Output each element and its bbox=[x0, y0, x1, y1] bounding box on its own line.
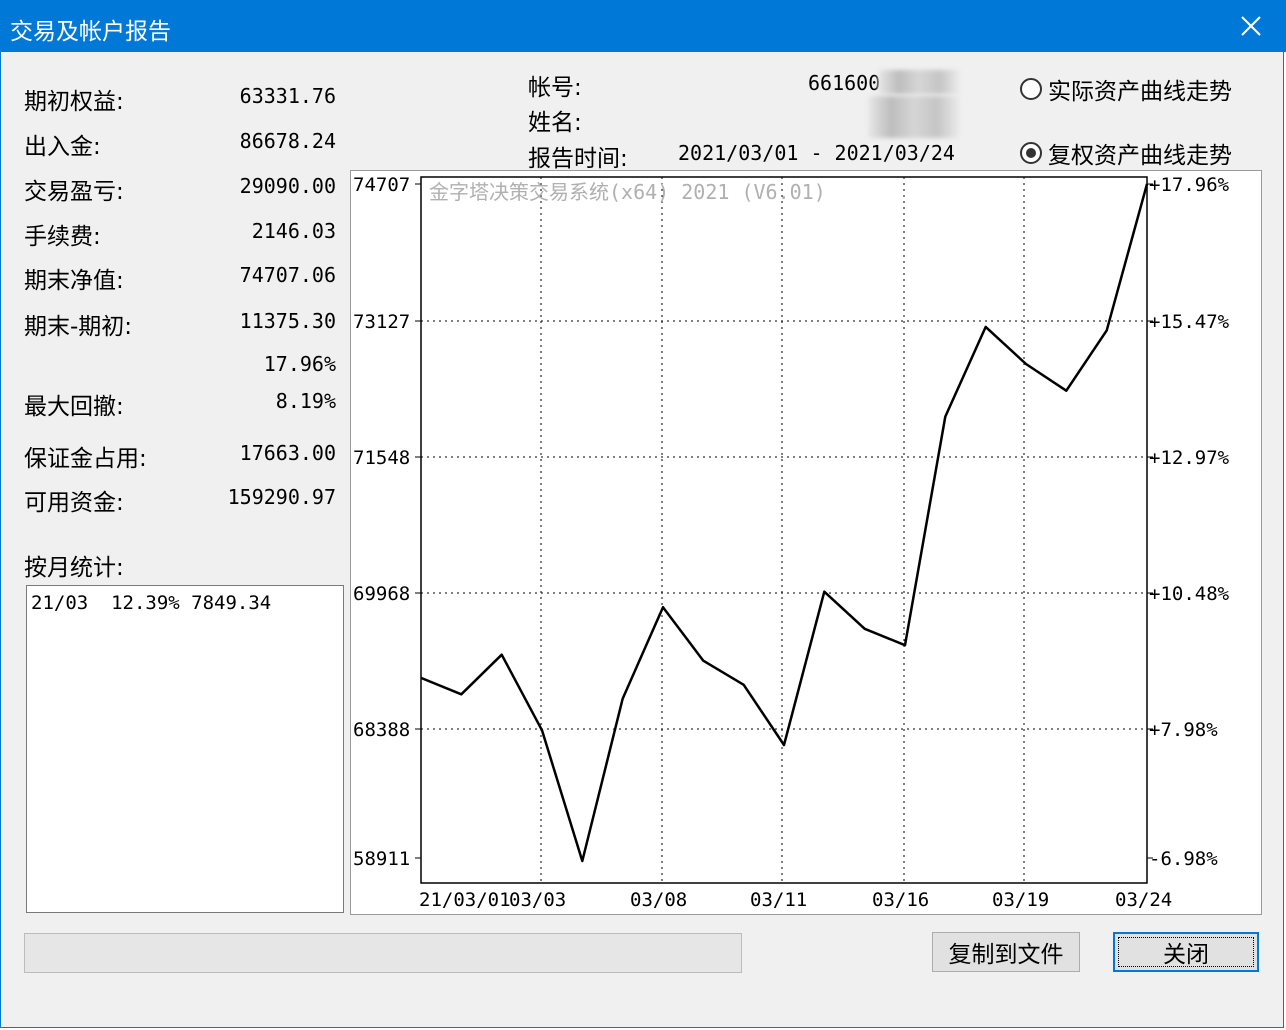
dialog-body: 期初权益: 63331.76 出入金: 86678.24 交易盈亏: 29090… bbox=[2, 52, 1284, 1028]
x-tick-label: 03/11 bbox=[750, 889, 807, 911]
value-margin: 17663.00 bbox=[239, 441, 336, 465]
y-tick-label-left: 74707 bbox=[353, 174, 410, 196]
copy-to-file-label: 复制到文件 bbox=[948, 942, 1064, 968]
radio-circle bbox=[1020, 142, 1042, 164]
y-tick-label-right: +12.97% bbox=[1149, 447, 1230, 469]
label-monthly: 按月统计: bbox=[24, 555, 124, 581]
label-name: 姓名: bbox=[528, 110, 582, 136]
radio-adjusted-curve[interactable]: 复权资产曲线走势 bbox=[1020, 136, 1232, 170]
label-final-equity: 期末净值: bbox=[24, 268, 124, 294]
equity-line bbox=[420, 183, 1149, 863]
radio-adjusted-label: 复权资产曲线走势 bbox=[1048, 143, 1232, 169]
label-change: 期末-期初: bbox=[24, 314, 133, 340]
y-tick-label-right: +7.98% bbox=[1149, 719, 1218, 741]
progress-bar bbox=[24, 933, 742, 973]
label-max-drawdown: 最大回撤: bbox=[24, 394, 124, 420]
value-available-funds: 159290.97 bbox=[227, 485, 336, 509]
y-tick-label-left: 69968 bbox=[353, 583, 410, 605]
monthly-listbox[interactable]: 21/03 12.39% 7849.34 bbox=[26, 585, 344, 913]
value-change: 11375.30 bbox=[239, 309, 336, 333]
redacted-account bbox=[878, 70, 960, 94]
label-trading-pnl: 交易盈亏: bbox=[24, 179, 124, 205]
label-available-funds: 可用资金: bbox=[24, 490, 124, 516]
close-icon bbox=[1241, 16, 1261, 36]
y-tick-label-right: -6.98% bbox=[1149, 848, 1218, 870]
value-initial-equity: 63331.76 bbox=[239, 84, 336, 108]
label-deposit: 出入金: bbox=[24, 134, 101, 160]
label-fees: 手续费: bbox=[24, 224, 101, 250]
y-tick-label-left: 73127 bbox=[353, 311, 410, 333]
x-tick-label: 03/19 bbox=[992, 889, 1049, 911]
radio-actual-label: 实际资产曲线走势 bbox=[1048, 79, 1232, 105]
y-tick-label-left: 68388 bbox=[353, 719, 410, 741]
y-tick-label-left: 71548 bbox=[353, 447, 410, 469]
plot-area bbox=[420, 176, 1148, 884]
y-tick-label-left: 58911 bbox=[353, 848, 410, 870]
chart-watermark: 金字塔决策交易系统(x64) 2021 (V6.01) bbox=[429, 180, 826, 204]
window-title: 交易及帐户报告 bbox=[10, 19, 171, 45]
x-tick-label: 03/16 bbox=[872, 889, 929, 911]
value-fees: 2146.03 bbox=[251, 219, 336, 243]
value-change-percent: 17.96% bbox=[263, 352, 336, 376]
title-bar: 交易及帐户报告 bbox=[0, 0, 1286, 52]
value-max-drawdown: 8.19% bbox=[275, 389, 336, 413]
value-account: 661600 bbox=[808, 71, 881, 95]
x-tick-label: 21/03/01 bbox=[419, 889, 511, 911]
radio-actual-curve[interactable]: 实际资产曲线走势 bbox=[1020, 72, 1232, 106]
value-final-equity: 74707.06 bbox=[239, 263, 336, 287]
label-margin: 保证金占用: bbox=[24, 446, 147, 472]
value-deposit: 86678.24 bbox=[239, 129, 336, 153]
copy-to-file-button[interactable]: 复制到文件 bbox=[932, 932, 1080, 972]
radio-selected-dot bbox=[1026, 148, 1036, 158]
x-tick-label: 03/08 bbox=[630, 889, 687, 911]
y-tick-label-right: +17.96% bbox=[1149, 174, 1230, 196]
redacted-name bbox=[868, 96, 960, 138]
label-account: 帐号: bbox=[528, 75, 582, 101]
radio-circle bbox=[1020, 78, 1042, 100]
equity-chart: 74707 +17.96% 73127 +15.47% 71548 +12.97% 6996… bbox=[350, 170, 1262, 915]
close-button[interactable]: 关闭 bbox=[1113, 932, 1259, 972]
value-trading-pnl: 29090.00 bbox=[239, 174, 336, 198]
x-tick-label: 03/03 bbox=[509, 889, 566, 911]
close-window-button[interactable] bbox=[1216, 0, 1286, 52]
label-initial-equity: 期初权益: bbox=[24, 89, 124, 115]
y-tick-label-right: +10.48% bbox=[1149, 583, 1230, 605]
equity-chart-svg: 74707 +17.96% 73127 +15.47% 71548 +12.97% 6996… bbox=[353, 174, 1230, 911]
value-report-period: 2021/03/01 - 2021/03/24 bbox=[678, 141, 955, 165]
label-report-period: 报告时间: bbox=[528, 146, 628, 172]
focus-rect bbox=[1118, 937, 1254, 967]
list-item[interactable]: 21/03 12.39% 7849.34 bbox=[31, 592, 271, 614]
x-tick-label: 03/24 bbox=[1115, 889, 1172, 911]
y-tick-label-right: +15.47% bbox=[1149, 311, 1230, 333]
